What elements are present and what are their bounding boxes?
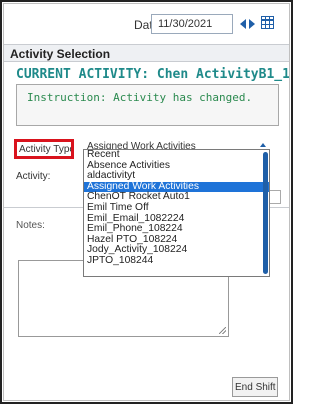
activity-field[interactable] [270,190,281,204]
dropdown-option[interactable]: Emil Time Off [84,202,269,214]
activity-type-label: Activity Type: [14,139,74,159]
window-frame: Date: Activity Selection CURRENT ACTIVIT… [0,0,293,404]
calendar-icon[interactable] [261,16,274,29]
resize-grip-icon[interactable] [219,327,226,334]
dropdown-option[interactable]: Recent [84,150,269,161]
scroll-thumb[interactable] [263,152,268,274]
activity-type-dropdown[interactable]: Recent Absence Activities aldactivityt Assi… [83,149,270,277]
date-input[interactable] [151,14,233,34]
instruction-box: Instruction: Activity has changed. [16,84,279,126]
activity-panel: Date: Activity Selection CURRENT ACTIVIT… [3,3,290,401]
dropdown-list: Recent Absence Activities aldactivityt Assi… [84,150,269,267]
section-title: Activity Selection [4,44,289,62]
instruction-text: Instruction: Activity has changed. [27,91,253,104]
chevron-left-icon[interactable] [240,19,246,29]
chevron-right-icon[interactable] [249,19,255,29]
activity-label: Activity: [16,171,51,182]
current-activity-heading: CURRENT ACTIVITY: Chen ActivityB1_108224 [16,67,290,82]
dropdown-scrollbar[interactable] [263,152,268,274]
dropdown-option[interactable]: JPTO_108244 [84,255,269,267]
end-shift-button[interactable]: End Shift [232,377,278,397]
notes-label: Notes: [16,220,45,231]
